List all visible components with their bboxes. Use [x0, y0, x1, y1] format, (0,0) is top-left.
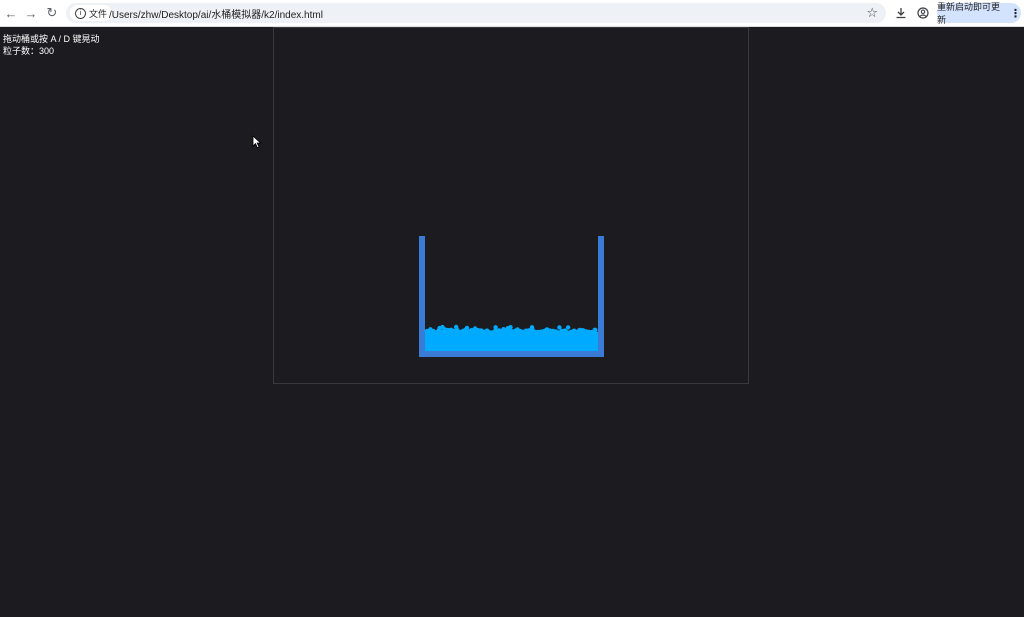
water-particle	[565, 325, 571, 330]
instruction-text: 拖动桶或按 A / D 键晃动	[3, 34, 100, 44]
bookmark-star-icon[interactable]: ☆	[866, 5, 878, 21]
address-bar[interactable]: i 文件 /Users/zhw/Desktop/ai/水桶模拟器/k2/inde…	[66, 3, 886, 23]
water-particle	[501, 327, 506, 332]
browser-toolbar: ← → ↻ i 文件 /Users/zhw/Desktop/ai/水桶模拟器/k…	[0, 0, 1024, 27]
mouse-cursor-icon	[252, 135, 262, 149]
forward-arrow-icon[interactable]: →	[22, 4, 40, 22]
water-particle	[515, 327, 520, 332]
water-particle	[464, 325, 470, 331]
water-particle	[454, 324, 459, 330]
site-chip-label: 文件	[89, 8, 108, 19]
hud: 拖动桶或按 A / D 键晃动 粒子数： 300	[3, 33, 100, 57]
download-icon[interactable]	[892, 4, 910, 22]
back-arrow-icon[interactable]: ←	[2, 4, 20, 22]
water-particle	[428, 327, 433, 332]
water-particle	[557, 325, 562, 330]
more-menu-icon[interactable]: ⋮	[1010, 7, 1021, 20]
profile-icon[interactable]	[914, 4, 932, 22]
bucket-left-wall[interactable]	[419, 236, 425, 356]
water-particle	[529, 325, 535, 330]
water-particle	[505, 326, 511, 331]
particle-count-row: 粒子数： 300	[3, 45, 100, 57]
reload-icon[interactable]: ↻	[43, 4, 61, 22]
relaunch-update-button[interactable]: 重新启动即可更新 ⋮	[937, 2, 1021, 25]
water-particle	[472, 326, 478, 331]
update-button-label: 重新启动即可更新	[937, 2, 1001, 25]
particle-count-label: 粒子数：	[3, 46, 40, 56]
bucket-right-wall[interactable]	[598, 236, 604, 356]
simulation-canvas[interactable]	[273, 27, 749, 384]
profile-glyph	[917, 7, 929, 19]
simulation-svg	[419, 236, 604, 357]
bucket-bottom[interactable]	[419, 351, 604, 357]
site-info-chip[interactable]: i 文件	[70, 5, 113, 21]
download-glyph	[896, 8, 906, 19]
info-icon: i	[75, 7, 86, 19]
water-particle	[437, 325, 442, 331]
water-particle	[493, 325, 498, 330]
water-particles	[424, 324, 598, 352]
water-particle	[592, 327, 598, 333]
url-text[interactable]: /Users/zhw/Desktop/ai/水桶模拟器/k2/index.htm…	[109, 6, 323, 21]
particle-count-value: 300	[39, 46, 55, 56]
